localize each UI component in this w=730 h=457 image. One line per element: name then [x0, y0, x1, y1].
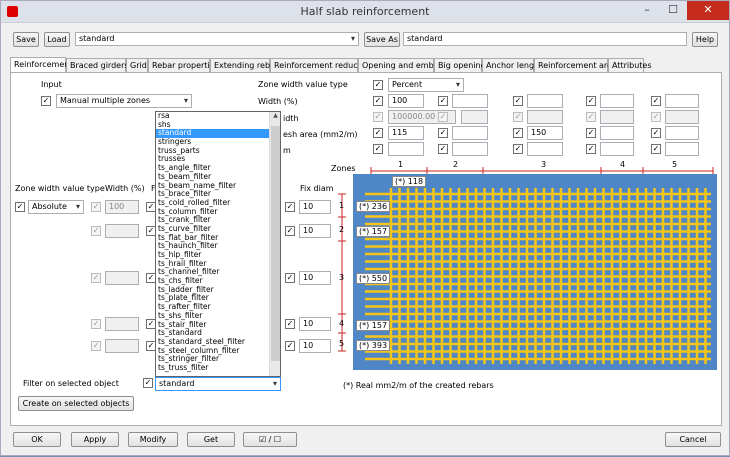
dialog-window: Half slab reinforcement – ☐ ✕ Save Load …: [0, 0, 730, 456]
rebar-grid: [365, 188, 711, 364]
scroll-up-icon[interactable]: ▲: [270, 112, 280, 122]
side-zone-value-badge-4: (*) 157: [356, 320, 391, 331]
zone-number-4: 4: [620, 160, 626, 169]
side-zone-value-badge-5: (*) 393: [356, 340, 391, 351]
side-zone-value-badge-1: (*) 236: [356, 201, 391, 212]
top-zone-value-badge: (*) 118: [392, 176, 427, 187]
get-button[interactable]: Get: [187, 432, 235, 447]
dropdown-option[interactable]: ts_truss_filter: [156, 363, 280, 373]
filter-dropdown-list[interactable]: rsa shs standard stringers truss_parts trusse…: [155, 111, 281, 377]
side-number-1: 1: [339, 201, 345, 210]
ok-button[interactable]: OK: [13, 432, 61, 447]
real-area-note: (*) Real mm2/m of the created rebars: [343, 381, 494, 390]
zone-number-2: 2: [453, 160, 459, 169]
modify-button[interactable]: Modify: [128, 432, 178, 447]
side-number-2: 2: [339, 225, 345, 234]
apply-button[interactable]: Apply: [71, 432, 119, 447]
cancel-button[interactable]: Cancel: [665, 432, 721, 447]
dropdown-option[interactable]: rsa: [156, 112, 280, 121]
scroll-thumb[interactable]: [271, 126, 280, 361]
side-number-3: 3: [339, 273, 345, 282]
zone-number-5: 5: [672, 160, 678, 169]
side-zone-value-badge-3: (*) 550: [356, 273, 391, 284]
side-number-5: 5: [339, 339, 345, 348]
side-zone-value-badge-2: (*) 157: [356, 226, 391, 237]
zone-number-3: 3: [541, 160, 547, 169]
rebar-zone-diagram: [353, 174, 717, 370]
side-number-4: 4: [339, 319, 345, 328]
dropdown-scrollbar[interactable]: ▲: [269, 112, 280, 376]
toggle-all-checkboxes-button[interactable]: ☑ / ☐: [243, 432, 297, 447]
zone-number-1: 1: [398, 160, 404, 169]
